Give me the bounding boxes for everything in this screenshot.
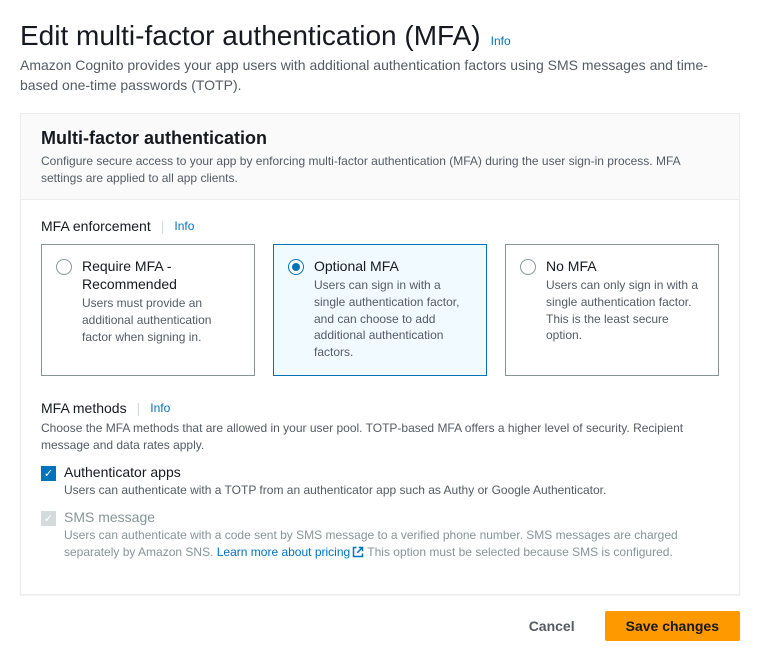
enforcement-label: MFA enforcement: [41, 218, 151, 234]
tile-title: Require MFA - Recommended: [82, 257, 240, 293]
tile-require-mfa[interactable]: Require MFA - Recommended Users must pro…: [41, 244, 255, 376]
tile-desc: Users can sign in with a single authenti…: [314, 277, 472, 361]
pricing-link[interactable]: Learn more about pricing: [217, 545, 364, 559]
page-description: Amazon Cognito provides your app users w…: [20, 56, 740, 95]
method-title: SMS message: [64, 509, 719, 525]
mfa-panel: Multi-factor authentication Configure se…: [20, 113, 740, 595]
checkbox-authenticator[interactable]: ✓: [41, 466, 56, 481]
method-desc: Users can authenticate with a TOTP from …: [64, 482, 719, 499]
methods-label-row: MFA methods | Info: [41, 400, 719, 416]
tile-optional-mfa[interactable]: Optional MFA Users can sign in with a si…: [273, 244, 487, 376]
tile-no-mfa[interactable]: No MFA Users can only sign in with a sin…: [505, 244, 719, 376]
methods-label: MFA methods: [41, 400, 127, 416]
enforcement-label-row: MFA enforcement | Info: [41, 218, 719, 234]
method-authenticator: ✓ Authenticator apps Users can authentic…: [41, 464, 719, 499]
method-title: Authenticator apps: [64, 464, 719, 480]
panel-title: Multi-factor authentication: [41, 128, 719, 149]
radio-icon: [56, 259, 72, 275]
enforcement-tiles: Require MFA - Recommended Users must pro…: [41, 244, 719, 376]
external-link-icon: [352, 546, 364, 563]
cancel-button[interactable]: Cancel: [509, 611, 595, 641]
tile-title: No MFA: [546, 257, 704, 275]
page-title-text: Edit multi-factor authentication (MFA): [20, 20, 481, 52]
method-desc: Users can authenticate with a code sent …: [64, 527, 719, 564]
tile-title: Optional MFA: [314, 257, 472, 275]
panel-description: Configure secure access to your app by e…: [41, 153, 719, 187]
page-title: Edit multi-factor authentication (MFA) I…: [20, 20, 740, 52]
checkbox-sms: ✓: [41, 511, 56, 526]
methods-info-link[interactable]: Info: [150, 401, 170, 415]
tile-desc: Users can only sign in with a single aut…: [546, 277, 704, 344]
radio-icon: [520, 259, 536, 275]
tile-desc: Users must provide an additional authent…: [82, 295, 240, 345]
footer: Cancel Save changes: [20, 595, 740, 641]
panel-header: Multi-factor authentication Configure se…: [21, 114, 739, 200]
radio-icon: [288, 259, 304, 275]
methods-description: Choose the MFA methods that are allowed …: [41, 420, 719, 454]
method-sms: ✓ SMS message Users can authenticate wit…: [41, 509, 719, 564]
save-button[interactable]: Save changes: [605, 611, 740, 641]
page-info-link[interactable]: Info: [491, 34, 511, 48]
enforcement-info-link[interactable]: Info: [174, 219, 194, 233]
